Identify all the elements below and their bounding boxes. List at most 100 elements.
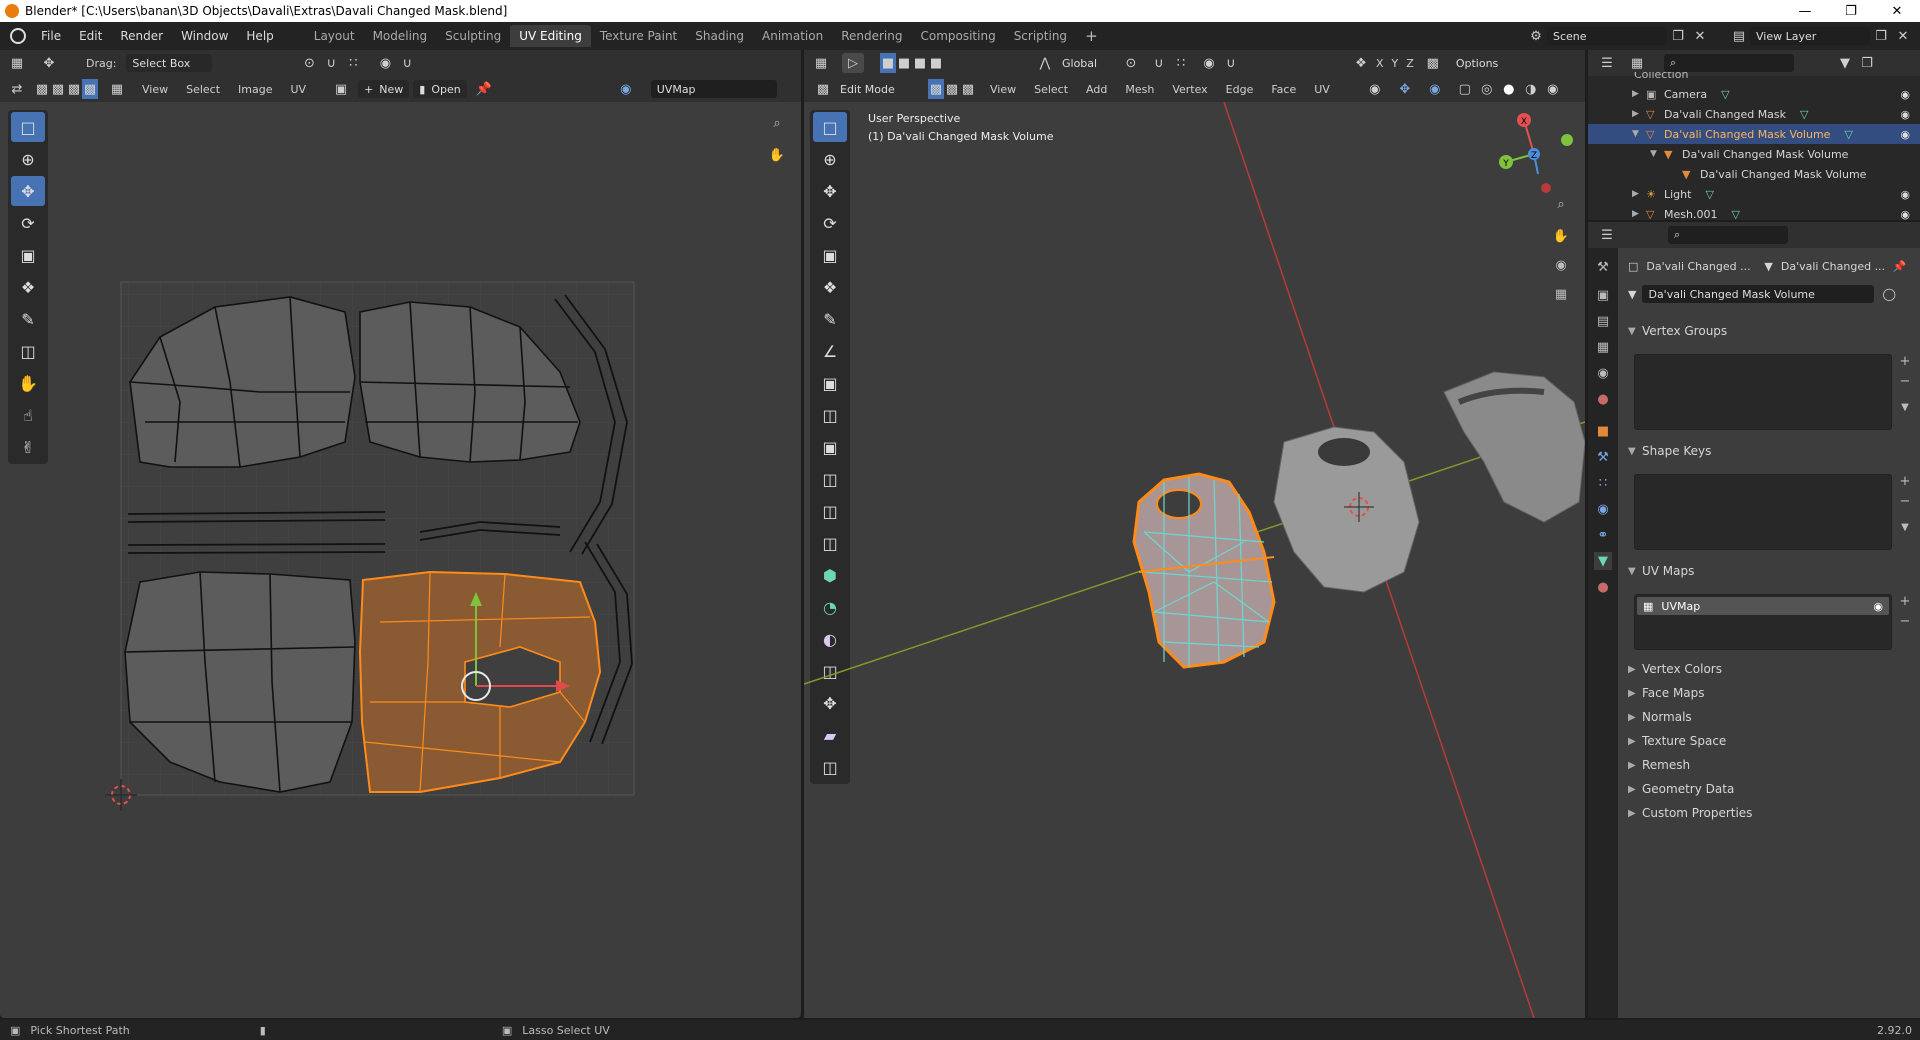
pivot-point-icon[interactable]: ⊙ xyxy=(1120,53,1142,73)
constraints-tab-icon[interactable]: ⚭ xyxy=(1594,526,1612,544)
pivot-icon[interactable]: ⊙ xyxy=(298,53,320,73)
island-select-icon[interactable]: ▩ xyxy=(82,79,98,99)
xray-icon[interactable]: ▢ xyxy=(1454,79,1476,99)
vg-add-icon[interactable]: + xyxy=(1896,352,1914,370)
options-button[interactable]: Options xyxy=(1450,54,1504,72)
axis-x-toggle[interactable]: X xyxy=(1372,57,1388,70)
mesh-name-field[interactable]: Da'vali Changed Mask Volume xyxy=(1642,285,1875,303)
vp-ortho-icon[interactable]: ▦ xyxy=(1552,285,1570,303)
outliner-row[interactable]: ▶ ☀ Light ▽ ◉ xyxy=(1588,184,1920,204)
tab-sculpting[interactable]: Sculpting xyxy=(436,25,510,47)
tab-uv-editing[interactable]: UV Editing xyxy=(510,25,591,47)
falloff-icon-3d[interactable]: ∪ xyxy=(1220,53,1242,73)
proportional-icon[interactable]: ◉ xyxy=(374,53,396,73)
proportional-icon-3d[interactable]: ◉ xyxy=(1198,53,1220,73)
vp-pan-icon[interactable]: ✋ xyxy=(1552,227,1570,245)
active-render-icon[interactable]: ◉ xyxy=(1873,600,1883,613)
subtract-selection-icon[interactable]: ■ xyxy=(912,53,928,73)
scene-field[interactable]: Scene xyxy=(1547,27,1667,45)
physics-tab-icon[interactable]: ◉ xyxy=(1594,500,1612,518)
navigation-gizmo[interactable]: X Y Z xyxy=(1499,113,1573,193)
sk-add-icon[interactable]: + xyxy=(1896,472,1914,490)
uv-menu-select[interactable]: Select xyxy=(186,83,220,96)
section-face-maps[interactable]: ▶ Face Maps xyxy=(1628,682,1918,704)
mirror-icon[interactable]: ❖ xyxy=(1350,53,1372,73)
menu-window[interactable]: Window xyxy=(172,29,237,43)
gizmo-icon[interactable]: ✥ xyxy=(1394,79,1416,99)
section-remesh[interactable]: ▶ Remesh xyxy=(1628,754,1918,776)
face-mode-icon[interactable]: ▩ xyxy=(960,79,976,99)
visibility-eye-icon[interactable]: ◉ xyxy=(1900,188,1910,201)
drag-select[interactable]: Select Box xyxy=(126,54,213,72)
data-icon[interactable]: ▽ xyxy=(1800,108,1808,121)
data-tab-icon[interactable]: ▼ xyxy=(1594,552,1612,570)
open-image-button[interactable]: ▮ Open xyxy=(413,80,467,98)
image-browse-icon[interactable]: ▣ xyxy=(330,79,352,99)
move-tool-icon[interactable]: ✥ xyxy=(38,53,60,73)
outliner-row[interactable]: ▶ ▣ Camera ▽ ◉ xyxy=(1588,84,1920,104)
tab-layout[interactable]: Layout xyxy=(305,25,364,47)
vg-menu-icon[interactable]: ▼ xyxy=(1896,398,1914,416)
outliner-row[interactable]: ▼ Da'vali Changed Mask Volume xyxy=(1588,164,1920,184)
delete-scene-icon[interactable]: ✕ xyxy=(1689,26,1711,46)
tab-modeling[interactable]: Modeling xyxy=(364,25,437,47)
data-icon[interactable]: ▽ xyxy=(1844,128,1852,141)
sk-menu-icon[interactable]: ▼ xyxy=(1896,518,1914,536)
solid-shading-icon[interactable]: ● xyxy=(1498,79,1520,99)
tool-tab-icon[interactable]: ⚒ xyxy=(1594,258,1612,276)
face-select-icon[interactable]: ▩ xyxy=(66,79,82,99)
modifier-tab-icon[interactable]: ⚒ xyxy=(1594,448,1612,466)
vp-menu-mesh[interactable]: Mesh xyxy=(1125,83,1154,96)
copy-scene-icon[interactable]: ❐ xyxy=(1667,26,1689,46)
new-collection-icon[interactable]: ❐ xyxy=(1856,53,1878,73)
orientation-select[interactable]: Global xyxy=(1056,54,1114,72)
vertex-groups-list[interactable] xyxy=(1634,354,1892,430)
sync-selection-icon[interactable]: ⇄ xyxy=(6,79,28,99)
rendered-shading-icon[interactable]: ◉ xyxy=(1542,79,1564,99)
view-layer-tab-icon[interactable]: ▦ xyxy=(1594,338,1612,356)
editor-type-icon[interactable]: ▦ xyxy=(6,53,28,73)
output-tab-icon[interactable]: ▤ xyxy=(1594,312,1612,330)
section-shape-keys[interactable]: ▼ Shape Keys xyxy=(1628,440,1918,462)
tab-rendering[interactable]: Rendering xyxy=(832,25,911,47)
properties-type-icon[interactable]: ☰ xyxy=(1596,225,1618,245)
fake-user-icon[interactable]: ◯ xyxy=(1882,287,1895,301)
visibility-eye-icon[interactable]: ◉ xyxy=(1900,208,1910,221)
vp-menu-view[interactable]: View xyxy=(990,83,1016,96)
snap-icon-3d[interactable]: ∪ xyxy=(1148,53,1170,73)
collection-row[interactable]: Collection xyxy=(1634,72,1688,84)
uv-canvas[interactable] xyxy=(0,102,801,1018)
breadcrumb-pin-icon[interactable]: 📌 xyxy=(1893,260,1907,273)
intersect-selection-icon[interactable]: ■ xyxy=(928,53,944,73)
section-texture-space[interactable]: ▶ Texture Space xyxy=(1628,730,1918,752)
outliner-row[interactable]: ▶ ▽ Da'vali Changed Mask ▽ ◉ xyxy=(1588,104,1920,124)
vp-menu-vertex[interactable]: Vertex xyxy=(1172,83,1207,96)
edge-mode-icon[interactable]: ▩ xyxy=(944,79,960,99)
uvmap-list-item[interactable]: ▦ UVMap ◉ xyxy=(1637,597,1889,615)
add-workspace-icon[interactable]: + xyxy=(1076,25,1107,47)
properties-search[interactable]: ⌕ xyxy=(1668,226,1788,244)
outliner-type-icon[interactable]: ☰ xyxy=(1596,53,1618,73)
delete-layer-icon[interactable]: ✕ xyxy=(1892,26,1914,46)
material-tab-icon[interactable]: ● xyxy=(1594,578,1612,596)
expand-arrow-icon[interactable]: ▶ xyxy=(1632,89,1646,99)
vp-camera-icon[interactable]: ◉ xyxy=(1552,256,1570,274)
visibility-eye-icon[interactable]: ◉ xyxy=(1900,108,1910,121)
shape-keys-list[interactable] xyxy=(1634,474,1892,550)
axis-z-toggle[interactable]: Z xyxy=(1402,57,1418,70)
editor-type-icon-3d[interactable]: ▦ xyxy=(810,53,832,73)
uv-add-icon[interactable]: + xyxy=(1896,592,1914,610)
vg-remove-icon[interactable]: − xyxy=(1896,372,1914,390)
vp-zoom-icon[interactable]: ⌕ xyxy=(1552,195,1570,213)
mesh-browse-icon[interactable]: ▼ xyxy=(1628,288,1636,301)
menu-help[interactable]: Help xyxy=(237,29,282,43)
render-tab-icon[interactable]: ▣ xyxy=(1594,286,1612,304)
tab-shading[interactable]: Shading xyxy=(686,25,753,47)
expand-arrow-icon[interactable]: ▶ xyxy=(1632,209,1646,219)
restore-icon[interactable]: ❐ xyxy=(1828,0,1874,22)
visibility-icon[interactable]: ◉ xyxy=(1364,79,1386,99)
close-icon[interactable]: ✕ xyxy=(1874,0,1920,22)
vp-menu-add[interactable]: Add xyxy=(1086,83,1107,96)
wireframe-shading-icon[interactable]: ◎ xyxy=(1476,79,1498,99)
object-tab-icon[interactable]: ■ xyxy=(1594,422,1612,440)
